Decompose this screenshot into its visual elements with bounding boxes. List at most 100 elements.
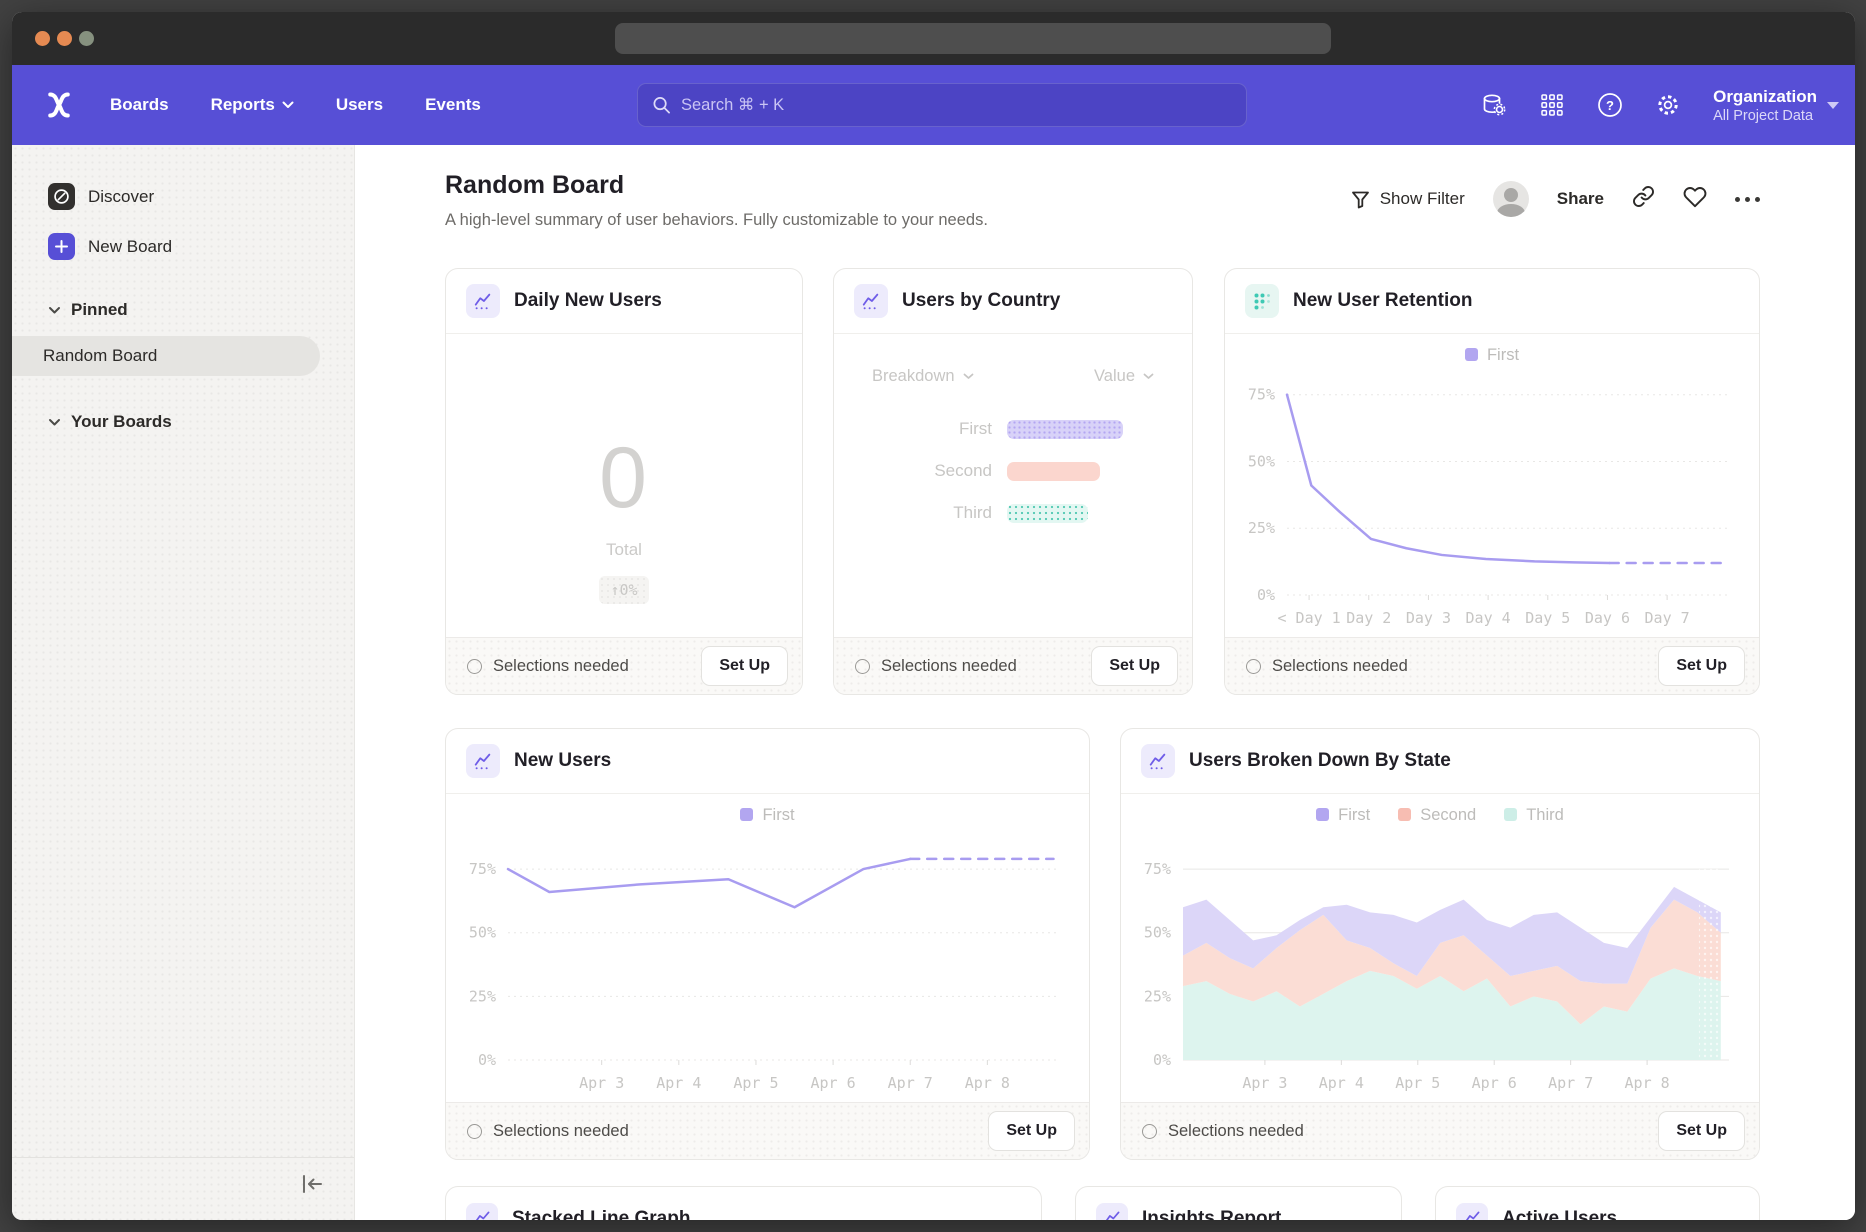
line-chart-icon <box>466 744 500 778</box>
data-management-icon[interactable] <box>1481 92 1507 118</box>
global-search[interactable] <box>637 83 1247 127</box>
sidebar-footer-divider <box>12 1157 354 1158</box>
chart-plot: 75%50%25%0%Apr 3Apr 4Apr 5Apr 6Apr 7Apr … <box>446 826 1089 1101</box>
search-input[interactable] <box>681 96 1232 115</box>
svg-text:Apr 4: Apr 4 <box>1319 1074 1364 1092</box>
chart-plot: 75%50%25%0%Apr 3Apr 4Apr 5Apr 6Apr 7Apr … <box>1121 826 1759 1101</box>
copy-link-button[interactable] <box>1632 185 1655 213</box>
show-filter-label: Show Filter <box>1380 189 1465 209</box>
share-button[interactable]: Share <box>1557 189 1604 209</box>
retention-chart: First 75%50%25%0%< Day 1Day 2Day 3Day 4D… <box>1225 335 1759 636</box>
svg-text:0%: 0% <box>478 1051 496 1069</box>
svg-text:Day 6: Day 6 <box>1585 609 1630 627</box>
svg-text:Apr 6: Apr 6 <box>1472 1074 1517 1092</box>
svg-text:Day 3: Day 3 <box>1406 609 1451 627</box>
breakdown-row: Third <box>834 503 1088 523</box>
compass-icon <box>48 183 75 210</box>
setup-button[interactable]: Set Up <box>988 1111 1075 1151</box>
window-minimize-button[interactable] <box>57 31 72 46</box>
svg-text:Day 5: Day 5 <box>1525 609 1570 627</box>
line-chart-icon <box>1096 1203 1128 1221</box>
avatar[interactable] <box>1493 181 1529 217</box>
settings-gear-icon[interactable] <box>1655 92 1681 118</box>
sidebar-item-label: New Board <box>88 237 172 257</box>
setup-button[interactable]: Set Up <box>1658 646 1745 686</box>
page-subtitle: A high-level summary of user behaviors. … <box>445 211 988 230</box>
legend-item: First <box>1316 806 1370 825</box>
favorite-button[interactable] <box>1683 186 1707 213</box>
card-status: Selections needed <box>1142 1122 1658 1141</box>
nav-menu: Boards Reports Users Events <box>110 95 481 115</box>
svg-text:?: ? <box>1606 98 1614 113</box>
chart-legend: First <box>446 795 1089 826</box>
nav-item-users[interactable]: Users <box>336 95 383 115</box>
card-status: Selections needed <box>855 657 1091 676</box>
more-options-button[interactable] <box>1735 197 1760 202</box>
help-icon[interactable]: ? <box>1597 92 1623 118</box>
breakdown-row: Second <box>834 461 1100 481</box>
top-navbar: Boards Reports Users Events <box>12 65 1855 145</box>
setup-button[interactable]: Set Up <box>1091 646 1178 686</box>
card-new-user-retention: New User Retention First 75%50%25%0%< Da… <box>1224 268 1760 695</box>
breakdown-bar <box>1007 504 1088 523</box>
sidebar-section-your-boards[interactable]: Your Boards <box>48 412 172 432</box>
new-users-chart: First 75%50%25%0%Apr 3Apr 4Apr 5Apr 6Apr… <box>446 795 1089 1101</box>
card-status: Selections needed <box>1246 657 1658 676</box>
card-title: Insights Report <box>1142 1208 1281 1221</box>
filter-funnel-icon <box>1351 190 1370 209</box>
sidebar-item-discover[interactable]: Discover <box>48 183 154 210</box>
line-chart-icon <box>466 284 500 318</box>
users-by-state-chart: FirstSecondThird 75%50%25%0%Apr 3Apr 4Ap… <box>1121 795 1759 1101</box>
sidebar-item-label: Discover <box>88 187 154 207</box>
collapse-sidebar-button[interactable] <box>300 1173 324 1200</box>
mixpanel-logo-icon[interactable] <box>44 91 74 119</box>
svg-text:50%: 50% <box>1144 924 1171 942</box>
nav-item-reports[interactable]: Reports <box>211 95 294 115</box>
sidebar: Discover New Board Pinned Random Board <box>12 145 355 1220</box>
card-title: Users Broken Down By State <box>1189 750 1451 772</box>
svg-text:25%: 25% <box>469 987 496 1005</box>
card-new-users: New Users First 75%50%25%0%Apr 3Apr 4Apr… <box>445 728 1090 1160</box>
svg-text:Apr 7: Apr 7 <box>1548 1074 1593 1092</box>
card-daily-new-users: Daily New Users 0 Total ↑0% Selections n… <box>445 268 803 695</box>
svg-text:Apr 7: Apr 7 <box>888 1074 933 1092</box>
card-title: Stacked Line Graph <box>512 1208 690 1221</box>
show-filter-button[interactable]: Show Filter <box>1351 189 1465 209</box>
sidebar-item-new-board[interactable]: New Board <box>48 233 172 260</box>
sidebar-item-random-board[interactable]: Random Board <box>12 336 320 376</box>
card-status: Selections needed <box>467 1122 988 1141</box>
board-main-area: Random Board A high-level summary of use… <box>355 145 1855 1220</box>
org-switcher[interactable]: Organization All Project Data <box>1713 86 1839 123</box>
svg-text:25%: 25% <box>1144 987 1171 1005</box>
nav-item-boards[interactable]: Boards <box>110 95 169 115</box>
apps-grid-icon[interactable] <box>1539 92 1565 118</box>
svg-text:Apr 3: Apr 3 <box>579 1074 624 1092</box>
svg-text:Apr 4: Apr 4 <box>656 1074 701 1092</box>
chevron-down-icon <box>282 101 294 109</box>
nav-item-events[interactable]: Events <box>425 95 481 115</box>
svg-text:Apr 8: Apr 8 <box>1625 1074 1670 1092</box>
url-bar[interactable] <box>615 23 1331 54</box>
sidebar-section-label: Your Boards <box>71 412 172 432</box>
svg-text:Apr 3: Apr 3 <box>1242 1074 1287 1092</box>
setup-button[interactable]: Set Up <box>1658 1111 1745 1151</box>
svg-text:Day 4: Day 4 <box>1466 609 1511 627</box>
sidebar-section-pinned[interactable]: Pinned <box>48 300 128 320</box>
chevron-down-icon <box>48 306 61 315</box>
card-active-users: Active Users <box>1435 1186 1760 1220</box>
metric-label: Total <box>446 540 802 560</box>
share-label: Share <box>1557 189 1604 209</box>
legend-item: First <box>740 806 794 825</box>
window-zoom-button[interactable] <box>79 31 94 46</box>
breakdown-bar <box>1007 462 1100 481</box>
card-insights-report: Insights Report <box>1075 1186 1402 1220</box>
legend-item: First <box>1465 346 1519 365</box>
setup-button[interactable]: Set Up <box>701 646 788 686</box>
breakdown-dropdown[interactable]: Breakdown <box>872 367 974 386</box>
line-chart-icon <box>1456 1203 1488 1221</box>
nav-item-label: Boards <box>110 95 169 115</box>
window-close-button[interactable] <box>35 31 50 46</box>
svg-text:75%: 75% <box>469 860 496 878</box>
value-dropdown[interactable]: Value <box>1094 367 1154 386</box>
svg-text:Apr 5: Apr 5 <box>733 1074 778 1092</box>
